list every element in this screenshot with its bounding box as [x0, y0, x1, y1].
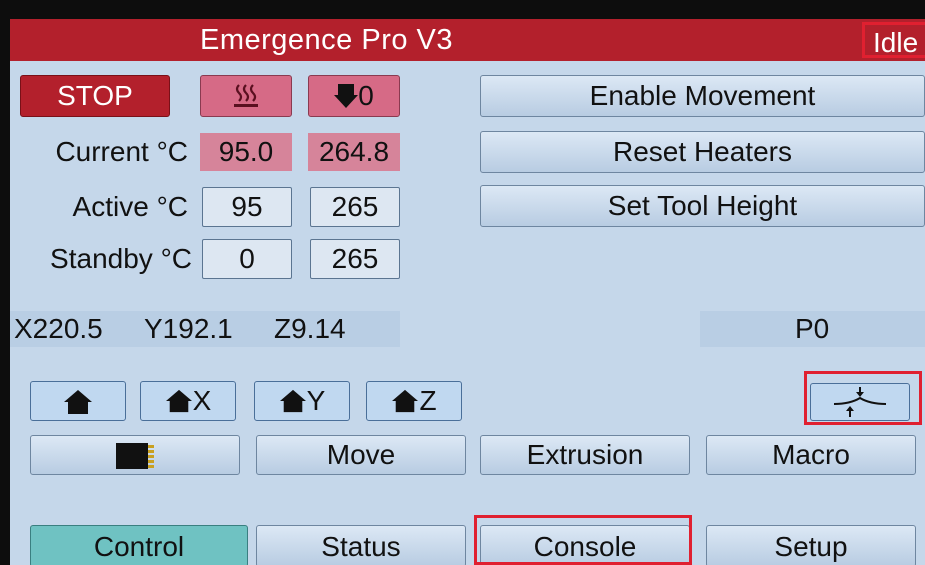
console-tab-highlight — [474, 515, 692, 565]
home-icon — [165, 389, 192, 412]
z-position: Z9.14 — [274, 313, 346, 344]
tab-control[interactable]: Control — [30, 525, 248, 565]
touch-screen: Emergence Pro V3 Idle STOP 0 Enable Move… — [10, 19, 925, 565]
heater-icon — [234, 84, 258, 107]
tab-status[interactable]: Status — [256, 525, 466, 565]
x-position: X220.5 — [14, 313, 103, 344]
stop-button[interactable]: STOP — [20, 75, 170, 117]
tab-status-label: Status — [321, 531, 401, 562]
fan-value: 0 — [358, 80, 374, 111]
macro-label: Macro — [772, 439, 850, 470]
standby-tool-temp-field[interactable]: 265 — [310, 239, 400, 279]
enable-movement-button[interactable]: Enable Movement — [480, 75, 925, 117]
active-temp-label: Active °C — [72, 191, 188, 222]
tab-control-label: Control — [93, 531, 185, 562]
home-z-label: Z — [419, 385, 437, 416]
current-temp-label: Current °C — [55, 136, 188, 167]
stop-label: STOP — [57, 80, 133, 111]
reset-heaters-button[interactable]: Reset Heaters — [480, 131, 925, 173]
coordinates-bar: X220.5 Y192.1 Z9.14 — [10, 311, 400, 347]
fan-button[interactable]: 0 — [308, 75, 400, 117]
home-all-button[interactable] — [30, 381, 126, 421]
home-icon — [64, 390, 92, 414]
current-tool-temp: 264.8 — [308, 133, 400, 171]
set-tool-height-button[interactable]: Set Tool Height — [480, 185, 925, 227]
standby-bed-temp-field[interactable]: 0 — [202, 239, 292, 279]
status-indicator: Idle — [862, 22, 925, 58]
sd-card-button[interactable] — [30, 435, 240, 475]
y-position: Y192.1 — [144, 313, 233, 344]
set-tool-height-label: Set Tool Height — [607, 190, 798, 221]
move-button[interactable]: Move — [256, 435, 466, 475]
home-y-button[interactable]: Y — [254, 381, 350, 421]
sd-card-icon — [116, 443, 154, 469]
home-icon — [392, 389, 419, 412]
tab-setup-label: Setup — [774, 531, 848, 562]
home-x-button[interactable]: X — [140, 381, 236, 421]
extrusion-label: Extrusion — [526, 439, 644, 470]
active-bed-temp-field[interactable]: 95 — [202, 187, 292, 227]
extrusion-button[interactable]: Extrusion — [480, 435, 690, 475]
home-z-button[interactable]: Z — [366, 381, 462, 421]
home-y-label: Y — [306, 385, 326, 416]
title-bar: Emergence Pro V3 Idle — [10, 19, 925, 61]
current-bed-temp: 95.0 — [200, 133, 292, 171]
active-tool-temp-field[interactable]: 265 — [310, 187, 400, 227]
fan-icon — [334, 83, 359, 108]
probe-value: P0 — [795, 313, 830, 344]
machine-name: Emergence Pro V3 — [200, 24, 454, 56]
heater-toggle-button[interactable] — [200, 75, 292, 117]
enable-movement-label: Enable Movement — [589, 80, 816, 111]
reset-heaters-label: Reset Heaters — [613, 136, 792, 167]
probe-bar: P0 — [700, 311, 925, 347]
tab-setup[interactable]: Setup — [706, 525, 916, 565]
move-label: Move — [326, 439, 396, 470]
macro-button[interactable]: Macro — [706, 435, 916, 475]
home-x-label: X — [192, 385, 212, 416]
home-icon — [279, 389, 306, 412]
baby-step-highlight — [804, 371, 922, 425]
standby-temp-label: Standby °C — [50, 243, 192, 274]
